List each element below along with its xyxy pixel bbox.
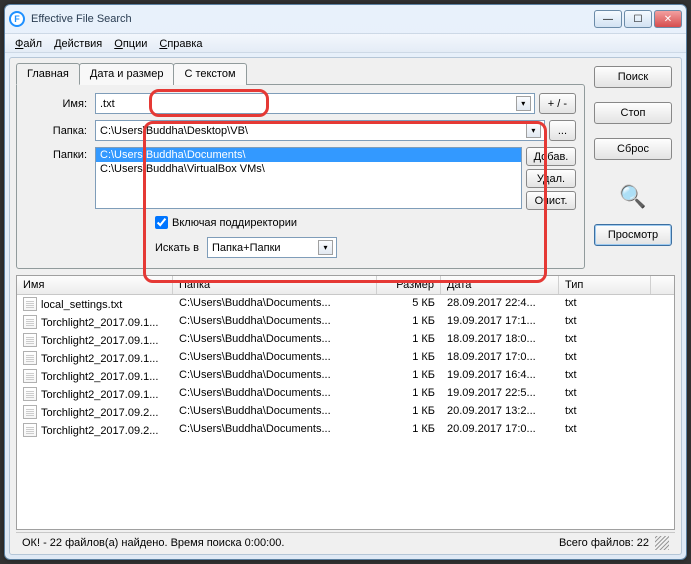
window-controls: — ☐ ✕ [594, 10, 682, 28]
chevron-down-icon[interactable]: ▾ [516, 96, 531, 111]
col-type[interactable]: Тип [559, 276, 651, 294]
subdirs-label: Включая поддиректории [172, 217, 297, 229]
file-icon [23, 315, 37, 329]
minimize-button[interactable]: — [594, 10, 622, 28]
action-column: Поиск Стоп Сброс 🔍 Просмотр [585, 62, 675, 269]
search-button[interactable]: Поиск [594, 66, 672, 88]
tabs: Главная Дата и размер С текстом [16, 62, 585, 84]
col-date[interactable]: Дата [441, 276, 559, 294]
searchin-dropdown[interactable]: Папка+Папки ▾ [207, 237, 337, 258]
tab-text[interactable]: С текстом [173, 63, 246, 85]
file-icon [23, 405, 37, 419]
searchin-value: Папка+Папки [212, 242, 281, 254]
window-title: Effective File Search [31, 13, 132, 25]
table-row[interactable]: Torchlight2_2017.09.1...C:\Users\Buddha\… [17, 313, 674, 331]
menu-options[interactable]: Опции [114, 34, 147, 52]
list-item[interactable]: C:\Users\Buddha\VirtualBox VMs\ [96, 162, 521, 176]
chevron-down-icon[interactable]: ▾ [526, 123, 541, 138]
browse-button[interactable]: ... [549, 120, 576, 141]
status-left: ОК! - 22 файлов(а) найдено. Время поиска… [22, 537, 284, 549]
table-row[interactable]: Torchlight2_2017.09.1...C:\Users\Buddha\… [17, 367, 674, 385]
file-icon [23, 369, 37, 383]
magnify-icon: 🔍 [619, 184, 646, 210]
menu-bar: Файл Действия Опции Справка [5, 33, 686, 53]
menu-actions[interactable]: Действия [54, 34, 102, 52]
tab-date[interactable]: Дата и размер [79, 63, 175, 85]
col-name[interactable]: Имя [17, 276, 173, 294]
table-row[interactable]: Torchlight2_2017.09.2...C:\Users\Buddha\… [17, 403, 674, 421]
plus-minus-button[interactable]: + / - [539, 93, 576, 114]
status-right: Всего файлов: 22 [559, 537, 649, 549]
name-combo[interactable]: .txt ▾ [95, 93, 535, 114]
folders-listbox[interactable]: C:\Users\Buddha\Documents\ C:\Users\Budd… [95, 147, 522, 209]
grid-header: Имя Папка Размер Дата Тип [17, 276, 674, 295]
menu-help[interactable]: Справка [159, 34, 202, 52]
table-row[interactable]: Torchlight2_2017.09.2...C:\Users\Buddha\… [17, 421, 674, 439]
col-size[interactable]: Размер [377, 276, 441, 294]
close-button[interactable]: ✕ [654, 10, 682, 28]
client-area: Главная Дата и размер С текстом Имя: .tx… [9, 57, 682, 555]
preview-button[interactable]: Просмотр [594, 224, 672, 246]
chevron-down-icon[interactable]: ▾ [318, 240, 333, 255]
table-row[interactable]: local_settings.txtC:\Users\Buddha\Docume… [17, 295, 674, 313]
tab-main[interactable]: Главная [16, 63, 80, 85]
app-window: F Effective File Search — ☐ ✕ Файл Дейст… [4, 4, 687, 560]
clear-button[interactable]: Очист. [526, 191, 576, 210]
tab-panel-main: Имя: .txt ▾ + / - Папка: C:\Users\Buddha… [16, 84, 585, 269]
menu-file[interactable]: Файл [15, 34, 42, 52]
label-folder: Папка: [25, 125, 95, 137]
table-row[interactable]: Torchlight2_2017.09.1...C:\Users\Buddha\… [17, 331, 674, 349]
table-row[interactable]: Torchlight2_2017.09.1...C:\Users\Buddha\… [17, 385, 674, 403]
app-icon: F [9, 11, 25, 27]
table-row[interactable]: Torchlight2_2017.09.1...C:\Users\Buddha\… [17, 349, 674, 367]
name-value: .txt [100, 98, 115, 110]
file-icon [23, 297, 37, 311]
title-bar[interactable]: F Effective File Search — ☐ ✕ [5, 5, 686, 33]
reset-button[interactable]: Сброс [594, 138, 672, 160]
results-grid[interactable]: Имя Папка Размер Дата Тип local_settings… [16, 275, 675, 530]
col-folder[interactable]: Папка [173, 276, 377, 294]
resize-grip[interactable] [655, 536, 669, 550]
file-icon [23, 333, 37, 347]
label-searchin: Искать в [155, 242, 199, 254]
folder-combo[interactable]: C:\Users\Buddha\Desktop\VB\ ▾ [95, 120, 545, 141]
stop-button[interactable]: Стоп [594, 102, 672, 124]
status-bar: ОК! - 22 файлов(а) найдено. Время поиска… [16, 532, 675, 552]
subdirs-checkbox[interactable] [155, 216, 168, 229]
add-button[interactable]: Добав. [526, 147, 576, 166]
file-icon [23, 423, 37, 437]
maximize-button[interactable]: ☐ [624, 10, 652, 28]
file-icon [23, 351, 37, 365]
label-name: Имя: [25, 98, 95, 110]
list-item[interactable]: C:\Users\Buddha\Documents\ [96, 148, 521, 162]
label-folders: Папки: [25, 147, 95, 161]
folder-value: C:\Users\Buddha\Desktop\VB\ [100, 125, 248, 137]
file-icon [23, 387, 37, 401]
delete-button[interactable]: Удал. [526, 169, 576, 188]
